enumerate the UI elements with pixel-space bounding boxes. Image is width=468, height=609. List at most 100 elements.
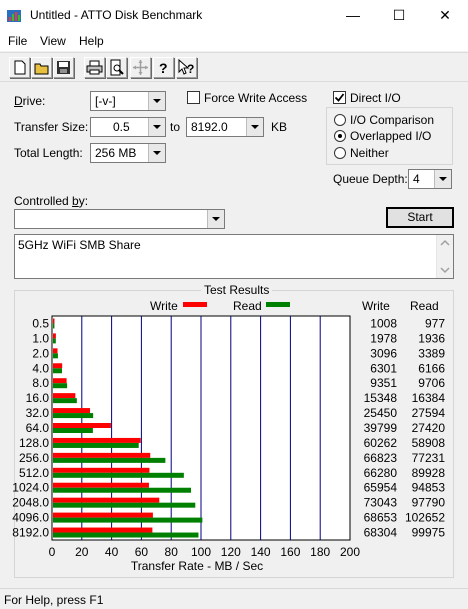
write-value: 25450 — [364, 406, 398, 420]
read-value: 3389 — [418, 346, 445, 360]
x-tick-label: 200 — [340, 545, 360, 559]
write-bar — [53, 527, 153, 533]
read-bar — [53, 338, 56, 344]
write-bar — [53, 482, 149, 488]
y-tick-label: 8192.0 — [12, 526, 49, 540]
read-bar — [53, 472, 184, 478]
read-value: 97790 — [412, 496, 446, 510]
legend-write: Write — [150, 299, 178, 313]
write-bar — [53, 348, 58, 354]
read-bar — [53, 353, 58, 359]
y-tick-label: 256.0 — [19, 451, 49, 465]
status-text: For Help, press F1 — [4, 593, 104, 607]
write-value: 73043 — [364, 496, 398, 510]
read-value: 94853 — [412, 481, 446, 495]
write-bar — [53, 333, 56, 339]
read-column-header: Read — [410, 299, 439, 313]
read-value: 16384 — [412, 391, 446, 405]
y-tick-label: 16.0 — [26, 391, 50, 405]
write-value: 6301 — [370, 361, 397, 375]
write-bar — [53, 467, 150, 473]
write-bar — [53, 363, 63, 369]
read-bar — [53, 398, 77, 404]
write-value: 1978 — [370, 331, 397, 345]
x-tick-label: 40 — [105, 545, 119, 559]
read-bar — [53, 487, 192, 493]
write-value: 9351 — [370, 376, 397, 390]
write-value: 68653 — [364, 511, 398, 525]
write-value: 68304 — [364, 526, 398, 540]
write-bar — [53, 512, 153, 518]
read-bar — [53, 383, 68, 389]
read-bar — [53, 457, 166, 463]
y-tick-label: 64.0 — [26, 421, 50, 435]
y-tick-label: 1.0 — [32, 331, 49, 345]
write-bar — [53, 452, 151, 458]
read-bar — [53, 532, 199, 538]
chart-x-labels: 0 20 40 60 80 100 120 140 160 180 200 — [49, 545, 361, 559]
write-bar — [53, 437, 141, 443]
read-values: 9771936338961669706163842759427420589087… — [405, 316, 445, 539]
y-tick-label: 4096.0 — [12, 511, 49, 525]
read-value: 89928 — [412, 466, 446, 480]
x-tick-label: 100 — [191, 545, 211, 559]
write-value: 3096 — [370, 346, 397, 360]
write-value: 15348 — [364, 391, 398, 405]
chart-y-labels: 0.51.02.04.08.016.032.064.0128.0256.0512… — [12, 316, 49, 539]
legend-read-swatch — [266, 302, 290, 307]
write-bar — [53, 318, 55, 324]
status-bar: For Help, press F1 — [0, 588, 468, 609]
y-tick-label: 0.5 — [32, 316, 49, 330]
x-tick-label: 80 — [165, 545, 179, 559]
y-tick-label: 512.0 — [19, 466, 49, 480]
read-bar — [53, 368, 62, 374]
read-bar — [53, 517, 203, 523]
write-column-header: Write — [362, 299, 390, 313]
write-value: 60262 — [364, 436, 398, 450]
x-tick-label: 140 — [251, 545, 271, 559]
read-bar — [53, 428, 93, 433]
y-tick-label: 2048.0 — [12, 496, 49, 510]
read-value: 977 — [425, 316, 445, 330]
read-bar — [53, 413, 94, 419]
y-tick-label: 4.0 — [32, 361, 49, 375]
x-tick-label: 20 — [75, 545, 89, 559]
write-bar — [53, 423, 111, 428]
x-tick-label: 60 — [135, 545, 149, 559]
y-tick-label: 1024.0 — [12, 481, 49, 495]
y-tick-label: 128.0 — [19, 436, 49, 450]
write-value: 66280 — [364, 466, 398, 480]
write-bar — [53, 408, 91, 414]
y-tick-label: 32.0 — [26, 406, 50, 420]
read-bar — [53, 323, 55, 329]
y-tick-label: 8.0 — [32, 376, 49, 390]
write-value: 1008 — [370, 316, 397, 330]
read-value: 1936 — [418, 331, 445, 345]
x-axis-label: Transfer Rate - MB / Sec — [131, 559, 263, 573]
results-chart: 0.51.02.04.08.016.032.064.0128.0256.0512… — [12, 299, 445, 573]
write-value: 39799 — [364, 421, 398, 435]
write-value: 66823 — [364, 451, 398, 465]
x-tick-label: 180 — [310, 545, 330, 559]
write-bar — [53, 497, 160, 503]
write-bar — [53, 393, 76, 399]
legend-write-swatch — [183, 302, 207, 307]
read-bar — [53, 502, 196, 508]
read-value: 77231 — [412, 451, 446, 465]
x-tick-label: 160 — [280, 545, 300, 559]
read-value: 27594 — [412, 406, 446, 420]
read-value: 58908 — [412, 436, 446, 450]
write-value: 65954 — [364, 481, 398, 495]
read-value: 102652 — [405, 511, 445, 525]
legend-read: Read — [233, 299, 262, 313]
read-value: 99975 — [412, 526, 446, 540]
read-value: 27420 — [412, 421, 446, 435]
y-tick-label: 2.0 — [32, 346, 49, 360]
write-bar — [53, 378, 67, 384]
read-value: 6166 — [418, 361, 445, 375]
x-tick-label: 120 — [221, 545, 241, 559]
read-bar — [53, 442, 139, 448]
x-tick-label: 0 — [49, 545, 56, 559]
write-values: 1008197830966301935115348254503979960262… — [364, 316, 398, 539]
read-value: 9706 — [418, 376, 445, 390]
